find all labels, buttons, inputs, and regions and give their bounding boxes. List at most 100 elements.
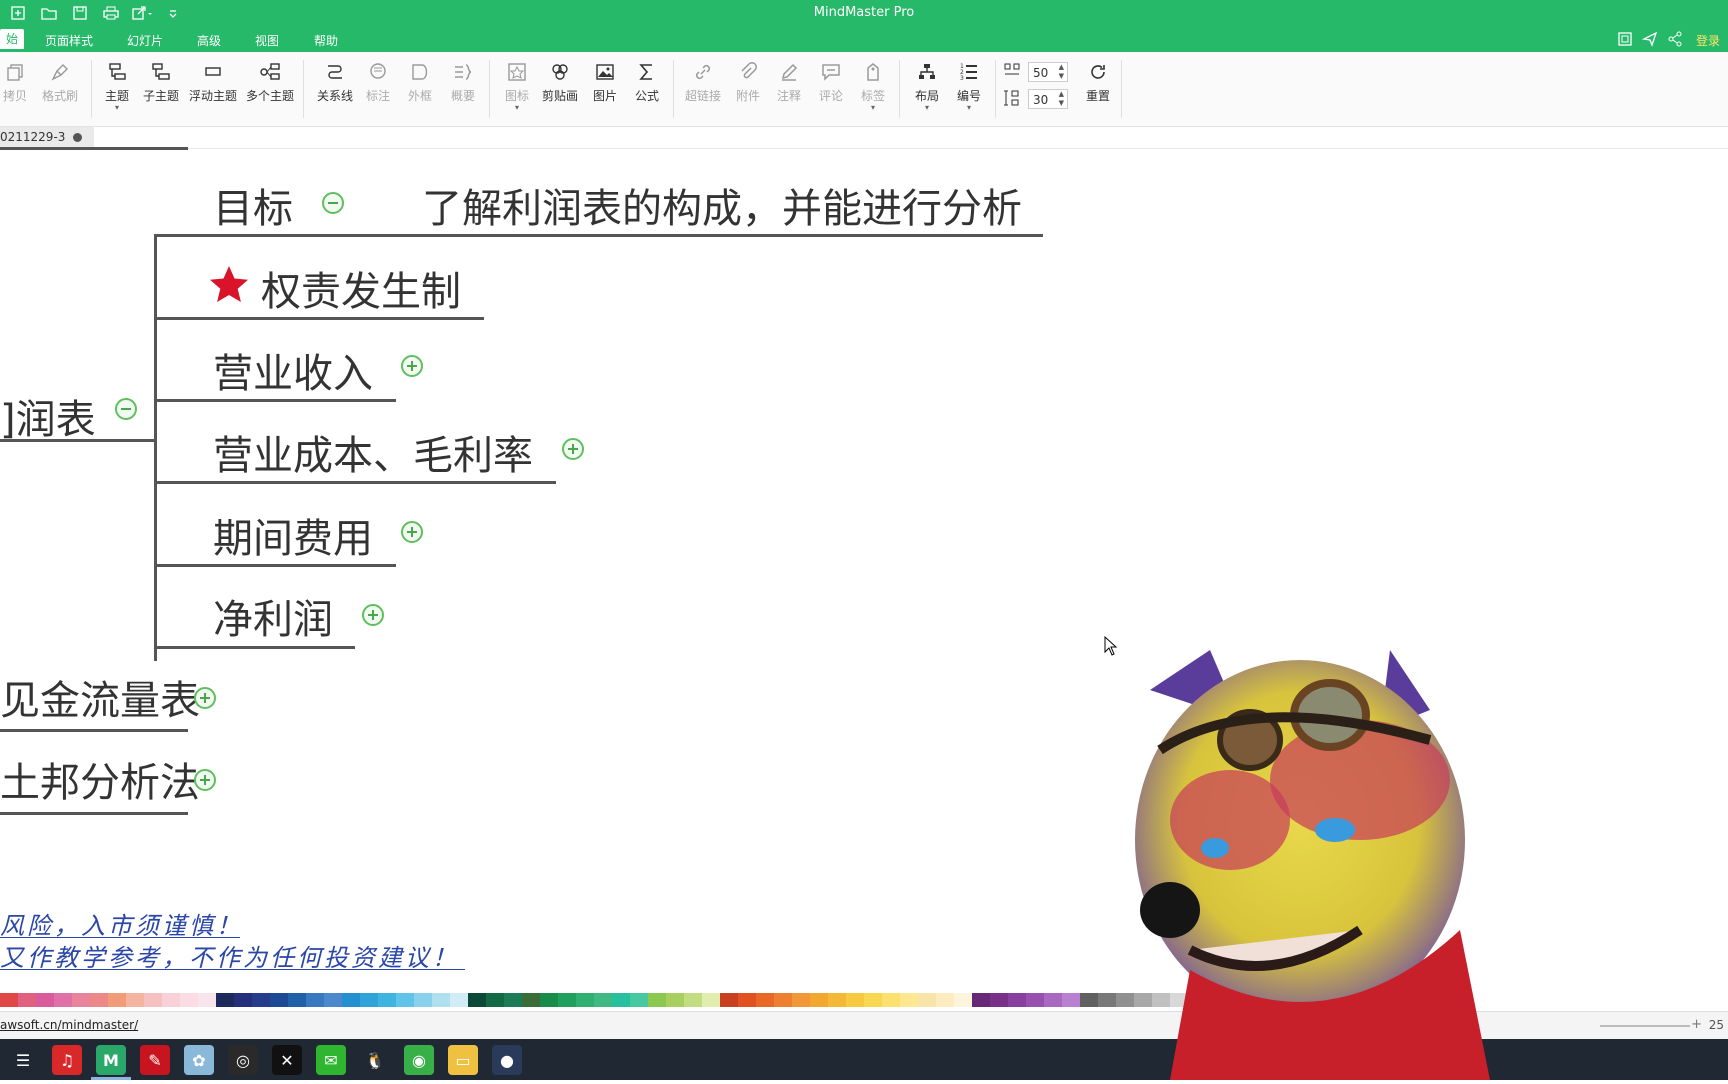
color-swatch[interactable]	[828, 993, 846, 1007]
color-swatch[interactable]	[504, 993, 522, 1007]
qq-icon[interactable]: 🐧	[360, 1045, 390, 1075]
child-topic-revenue[interactable]: 营业收入	[213, 341, 373, 399]
color-swatch[interactable]	[954, 993, 972, 1007]
color-swatch[interactable]	[144, 993, 162, 1007]
color-swatch[interactable]	[36, 993, 54, 1007]
topic-cash-flow-statement[interactable]: 见金流量表	[0, 668, 200, 726]
clipart-button[interactable]: 剪贴画	[542, 60, 578, 104]
browser-icon[interactable]: ◉	[404, 1045, 434, 1075]
color-swatch[interactable]	[270, 993, 288, 1007]
attachment-button[interactable]: 附件	[735, 60, 761, 104]
callout-button[interactable]: 标注	[365, 60, 391, 104]
vertical-spacing-input[interactable]: 30 ▲ ▼	[1028, 89, 1068, 109]
fullscreen-icon[interactable]	[1617, 31, 1633, 47]
expand-toggle[interactable]	[362, 604, 384, 626]
color-swatch[interactable]	[378, 993, 396, 1007]
subtopic-button[interactable]: 子主题	[143, 60, 179, 104]
color-swatch[interactable]	[846, 993, 864, 1007]
color-swatch[interactable]	[1026, 993, 1044, 1007]
website-link[interactable]: awsoft.cn/mindmaster/	[0, 1018, 138, 1032]
color-swatch[interactable]	[684, 993, 702, 1007]
color-swatch[interactable]	[1062, 993, 1080, 1007]
color-swatch[interactable]	[882, 993, 900, 1007]
color-swatch[interactable]	[396, 993, 414, 1007]
color-swatch[interactable]	[666, 993, 684, 1007]
color-swatch[interactable]	[126, 993, 144, 1007]
color-swatch[interactable]	[18, 993, 36, 1007]
capcut-icon[interactable]: ✕	[272, 1045, 302, 1075]
goal-label[interactable]: 目标	[213, 176, 293, 234]
collapse-toggle[interactable]	[115, 398, 137, 420]
color-swatch[interactable]	[180, 993, 198, 1007]
topic-button[interactable]: 主题 ▾	[104, 60, 130, 112]
expand-toggle[interactable]	[401, 355, 423, 377]
color-swatch[interactable]	[216, 993, 234, 1007]
child-topic-accrual[interactable]: 权责发生制	[261, 259, 461, 317]
app-red-icon[interactable]: ✎	[140, 1045, 170, 1075]
format-painter-button[interactable]: 格式刷	[42, 60, 78, 104]
numbering-button[interactable]: 1 2 3 编号 ▾	[956, 60, 982, 112]
menu-start[interactable]: 始	[0, 29, 25, 49]
icon-button[interactable]: 图标 ▾	[504, 60, 530, 112]
summary-button[interactable]: 概要	[450, 60, 476, 104]
multiple-topics-button[interactable]: 多个主题	[246, 60, 294, 104]
menu-slideshow[interactable]: 幻灯片	[127, 32, 163, 49]
formula-button[interactable]: 公式	[634, 60, 660, 104]
menu-view[interactable]: 视图	[255, 32, 279, 49]
color-swatch[interactable]	[1044, 993, 1062, 1007]
wechat-icon[interactable]: ✉	[316, 1045, 346, 1075]
color-swatch[interactable]	[522, 993, 540, 1007]
color-swatch[interactable]	[702, 993, 720, 1007]
file-explorer-icon[interactable]: ▭	[448, 1045, 478, 1075]
expand-toggle[interactable]	[194, 769, 216, 791]
root-topic-profit-statement[interactable]: ]润表	[0, 387, 96, 445]
child-topic-period-expenses[interactable]: 期间费用	[213, 506, 373, 564]
color-swatch[interactable]	[792, 993, 810, 1007]
color-swatch[interactable]	[774, 993, 792, 1007]
color-swatch[interactable]	[108, 993, 126, 1007]
color-swatch[interactable]	[630, 993, 648, 1007]
hyperlink-button[interactable]: 超链接	[685, 60, 721, 104]
obs-icon[interactable]: ◎	[228, 1045, 258, 1075]
topic-dupont-analysis[interactable]: 土邦分析法	[0, 750, 200, 808]
color-swatch[interactable]	[1008, 993, 1026, 1007]
relationship-button[interactable]: 关系线	[317, 60, 353, 104]
color-swatch[interactable]	[648, 993, 666, 1007]
collapse-toggle[interactable]	[322, 192, 344, 214]
zoom-slider[interactable]	[1600, 1025, 1690, 1027]
color-swatch[interactable]	[414, 993, 432, 1007]
color-swatch[interactable]	[198, 993, 216, 1007]
color-swatch[interactable]	[720, 993, 738, 1007]
login-button[interactable]: 登录	[1696, 32, 1720, 49]
expand-toggle[interactable]	[562, 438, 584, 460]
color-swatch[interactable]	[72, 993, 90, 1007]
boundary-button[interactable]: 外框	[407, 60, 433, 104]
layout-button[interactable]: 布局 ▾	[914, 60, 940, 112]
color-swatch[interactable]	[486, 993, 504, 1007]
color-swatch[interactable]	[306, 993, 324, 1007]
copy-button[interactable]: 拷贝	[2, 60, 28, 104]
color-swatch[interactable]	[576, 993, 594, 1007]
color-swatch[interactable]	[324, 993, 342, 1007]
color-swatch[interactable]	[936, 993, 954, 1007]
color-swatch[interactable]	[540, 993, 558, 1007]
child-topic-cost-margin[interactable]: 营业成本、毛利率	[213, 423, 533, 481]
color-swatch[interactable]	[162, 993, 180, 1007]
color-swatch[interactable]	[432, 993, 450, 1007]
menu-help[interactable]: 帮助	[314, 32, 338, 49]
color-swatch[interactable]	[288, 993, 306, 1007]
document-tab[interactable]: 0211229-3	[0, 127, 95, 148]
menu-page-style[interactable]: 页面样式	[45, 32, 93, 49]
netease-music-icon[interactable]: ♫	[52, 1045, 82, 1075]
share-icon[interactable]	[1667, 31, 1683, 47]
color-swatch[interactable]	[756, 993, 774, 1007]
color-swatch[interactable]	[1080, 993, 1098, 1007]
reset-button[interactable]: 重置	[1085, 60, 1111, 104]
color-swatch[interactable]	[450, 993, 468, 1007]
mindmaster-icon[interactable]: M	[96, 1045, 126, 1075]
color-swatch[interactable]	[612, 993, 630, 1007]
color-swatch[interactable]	[558, 993, 576, 1007]
color-swatch[interactable]	[1098, 993, 1116, 1007]
color-swatch[interactable]	[252, 993, 270, 1007]
color-swatch[interactable]	[810, 993, 828, 1007]
